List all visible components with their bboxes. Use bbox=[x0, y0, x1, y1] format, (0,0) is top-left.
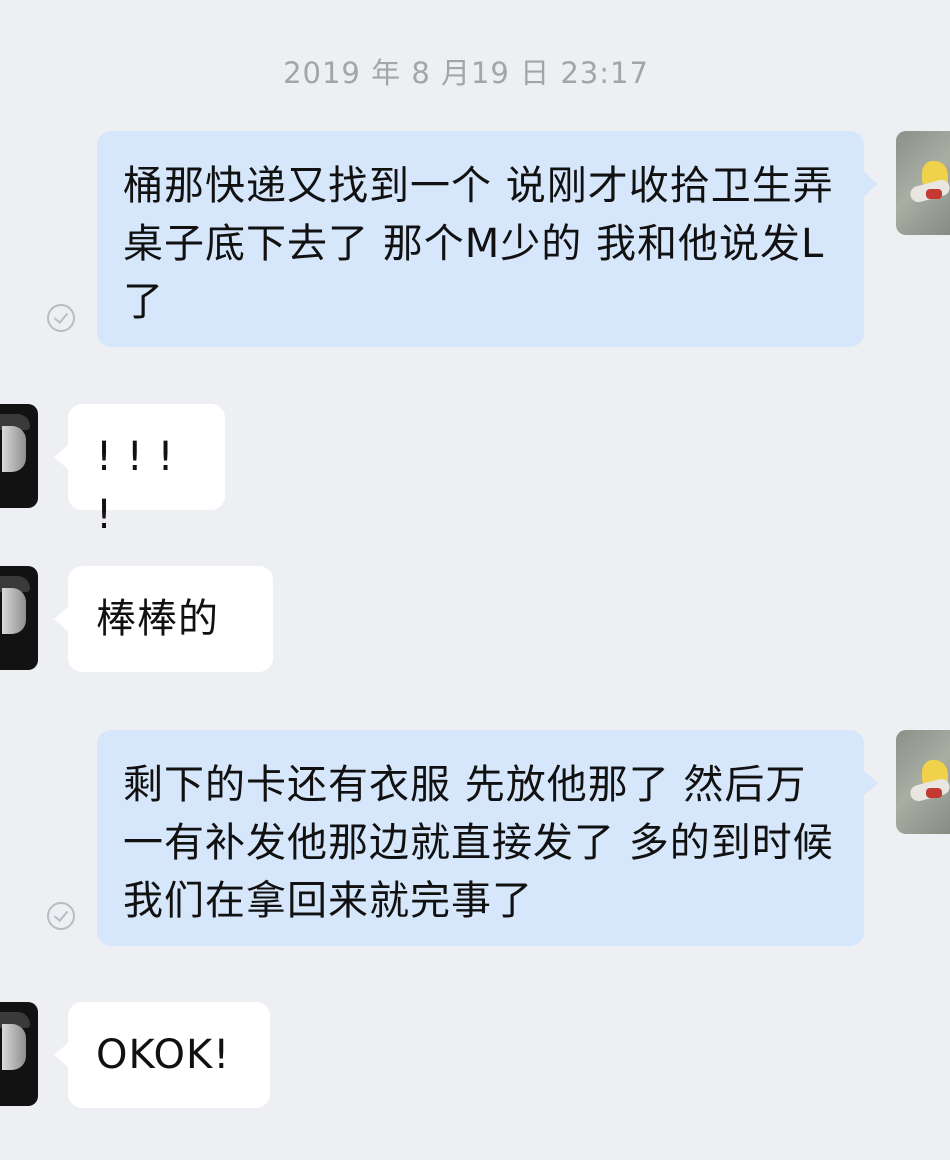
self-avatar[interactable] bbox=[896, 131, 950, 235]
peer-avatar[interactable] bbox=[0, 404, 38, 508]
message-text: 剩下的卡还有衣服 先放他那了 然后万一有补发他那边就直接发了 多的到时候我们在拿… bbox=[123, 762, 834, 924]
read-receipt-check-icon bbox=[47, 304, 75, 332]
self-avatar[interactable] bbox=[896, 730, 950, 834]
incoming-message-bubble[interactable]: 棒棒的 bbox=[54, 566, 273, 672]
message-timestamp: 2019 年 8 月19 日 23:17 bbox=[283, 56, 649, 90]
incoming-message-bubble[interactable]: OKOK! bbox=[54, 1002, 270, 1108]
message-text: 桶那快递又找到一个 说刚才收拾卫生弄桌子底下去了 那个M少的 我和他说发L了 bbox=[123, 163, 834, 325]
chat-view: 2019 年 8 月19 日 23:17 桶那快递又找到一个 说刚才收拾卫生弄桌… bbox=[0, 0, 950, 1160]
read-receipt-check-icon bbox=[47, 902, 75, 930]
message-text: OKOK! bbox=[96, 1032, 231, 1078]
peer-avatar[interactable] bbox=[0, 1002, 38, 1106]
peer-avatar[interactable] bbox=[0, 566, 38, 670]
message-text: ! ! ! ! bbox=[96, 434, 175, 538]
message-text: 棒棒的 bbox=[96, 596, 219, 642]
outgoing-message-bubble[interactable]: 桶那快递又找到一个 说刚才收拾卫生弄桌子底下去了 那个M少的 我和他说发L了 bbox=[97, 131, 878, 347]
outgoing-message-bubble[interactable]: 剩下的卡还有衣服 先放他那了 然后万一有补发他那边就直接发了 多的到时候我们在拿… bbox=[97, 730, 878, 946]
incoming-message-bubble[interactable]: ! ! ! ! bbox=[54, 404, 225, 538]
